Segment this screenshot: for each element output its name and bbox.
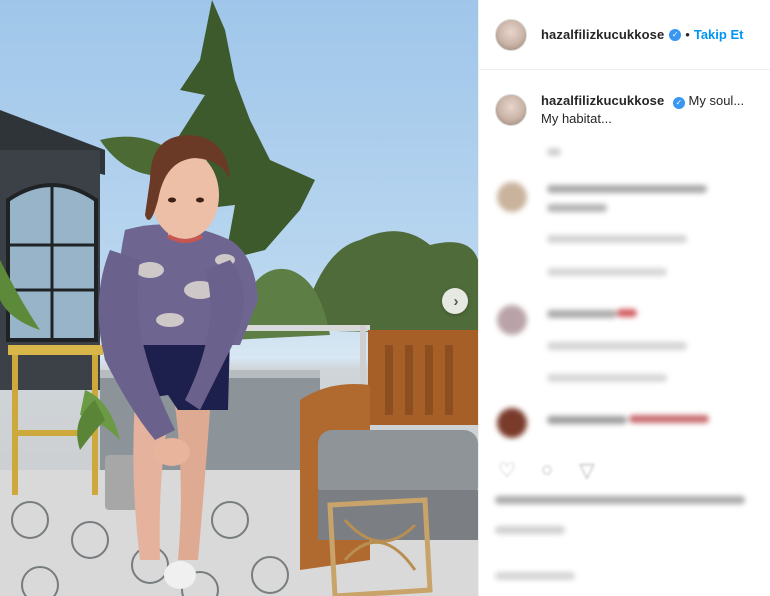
- post-photo: ›: [0, 0, 478, 596]
- blurred-comments: [479, 0, 770, 596]
- post-actions: ♡ ○ ▽: [495, 458, 599, 482]
- comment-icon[interactable]: ○: [535, 458, 559, 482]
- heart-icon[interactable]: ♡: [495, 458, 519, 482]
- chevron-right-icon: ›: [453, 292, 459, 310]
- share-icon[interactable]: ▽: [575, 458, 599, 482]
- photo-scene: [0, 0, 478, 596]
- post-side-panel: hazalfilizkucukkose ✓ • Takip Et hazalfi…: [478, 0, 770, 596]
- carousel-next-button[interactable]: ›: [442, 288, 468, 314]
